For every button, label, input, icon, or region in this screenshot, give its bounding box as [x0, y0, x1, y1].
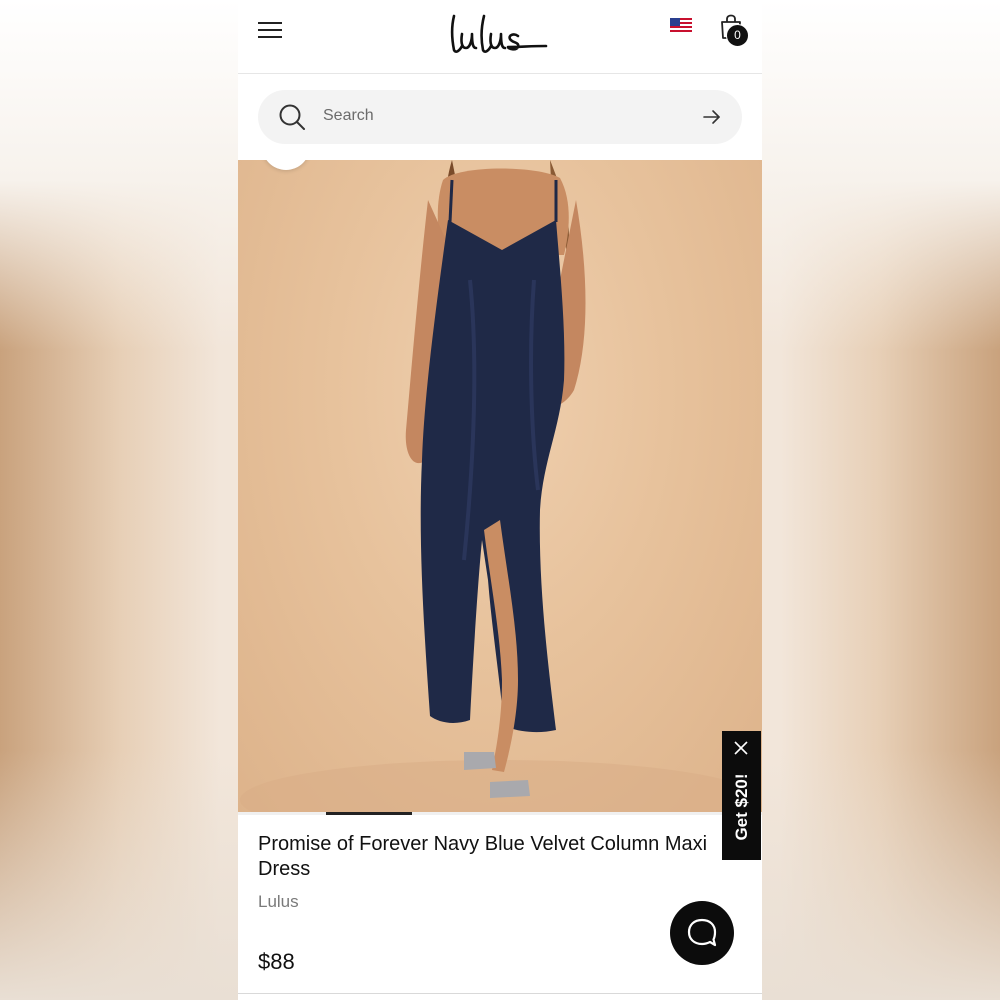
model-in-dress-illustration — [240, 160, 760, 812]
image-carousel-indicator[interactable] — [326, 812, 412, 815]
product-brand[interactable]: Lulus — [258, 892, 299, 912]
us-flag-icon[interactable] — [670, 18, 692, 34]
divider — [238, 993, 762, 994]
product-title: Promise of Forever Navy Blue Velvet Colu… — [258, 833, 708, 880]
close-icon[interactable] — [734, 741, 748, 755]
search-input[interactable]: Search — [323, 107, 374, 125]
top-navigation-bar: 0 — [238, 0, 762, 74]
promo-label: Get $20! — [732, 773, 751, 841]
chat-button[interactable] — [670, 901, 734, 965]
product-price: $88 — [258, 949, 295, 974]
mobile-page: 0 Search Promise of Forever Navy Blue Ve… — [238, 0, 762, 1000]
product-image[interactable] — [238, 160, 762, 812]
lulus-logo[interactable] — [448, 10, 552, 58]
search-icon[interactable] — [278, 103, 306, 131]
chat-bubble-icon — [687, 918, 717, 947]
arrow-right-icon[interactable] — [702, 108, 722, 126]
image-carousel-track — [238, 812, 762, 815]
search-bar[interactable]: Search — [258, 90, 742, 144]
hamburger-menu-icon[interactable] — [258, 20, 282, 40]
cart-count-badge: 0 — [726, 24, 749, 47]
get-20-promo-tab[interactable]: Get $20! — [722, 731, 761, 860]
